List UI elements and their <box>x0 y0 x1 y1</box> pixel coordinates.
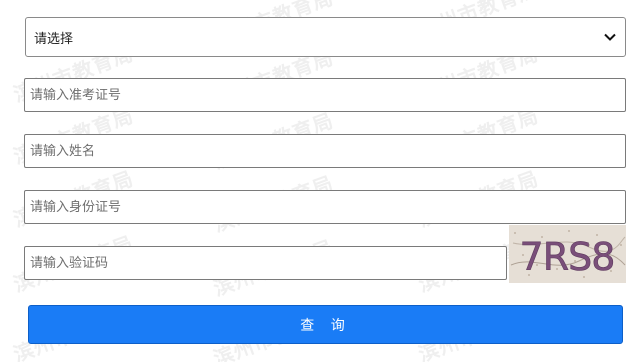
query-page: 滨州市教育局 滨州市教育局 滨州市教育局 滨州市教育局 滨州市教育局 滨州市教育… <box>0 0 640 362</box>
captcha-image[interactable]: 7RS8 <box>509 225 626 283</box>
query-button-label: 查 询 <box>300 317 351 334</box>
exam-select[interactable]: 请选择 <box>25 17 626 57</box>
query-button[interactable]: 查 询 <box>28 305 623 344</box>
captcha-input[interactable] <box>24 246 507 280</box>
name-input[interactable] <box>24 134 626 168</box>
captcha-text: 7RS8 <box>520 235 615 279</box>
exam-number-input[interactable] <box>24 78 626 112</box>
id-number-input[interactable] <box>24 190 626 224</box>
exam-select-value: 请选择 <box>34 31 74 47</box>
chevron-down-icon <box>604 33 616 41</box>
